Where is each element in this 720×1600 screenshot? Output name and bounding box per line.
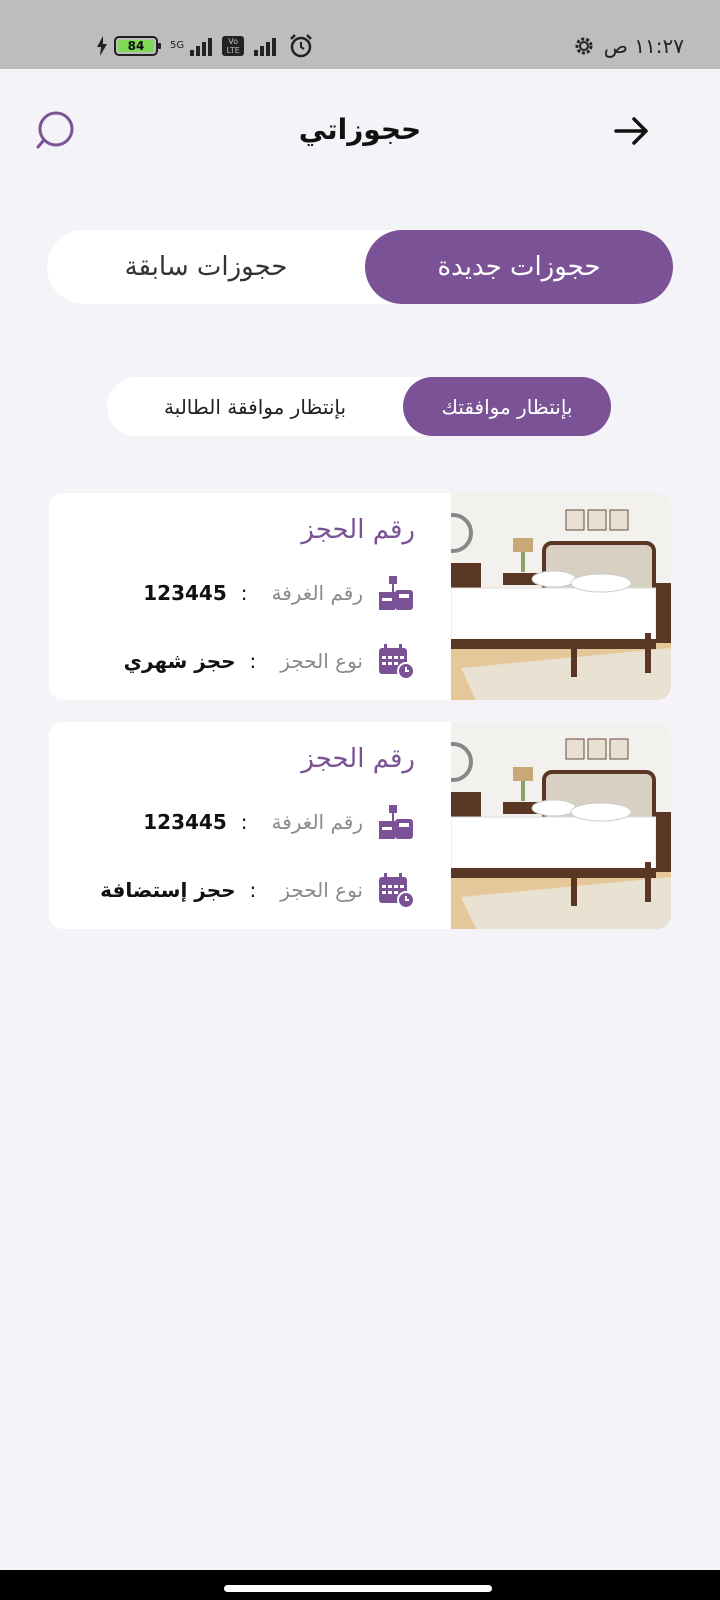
booking-type-label: نوع الحجز <box>280 649 363 673</box>
room-number-label: رقم الغرفة <box>271 810 363 834</box>
booking-type-value: حجز إستضافة <box>100 878 236 902</box>
subtab-awaiting-you[interactable]: بإنتظار موافقتك <box>403 377 611 436</box>
room-number-value: 123445 <box>143 581 227 605</box>
volte-badge: Vo LTE <box>222 36 245 56</box>
booking-card[interactable]: رقم الحجز رقم الغرفة : 123445 نوع الحجز … <box>49 493 671 700</box>
room-number-value: 123445 <box>143 810 227 834</box>
booking-tabs: حجوزات سابقة حجوزات جديدة <box>47 230 673 304</box>
home-gesture-bar[interactable] <box>224 1585 492 1592</box>
room-number-row: رقم الغرفة : 123445 <box>143 573 415 613</box>
network-indicator: 5G <box>170 41 184 51</box>
separator: : <box>249 649 257 673</box>
separator: : <box>240 810 248 834</box>
app-header: حجوزاتي <box>0 69 720 199</box>
charging-icon <box>97 36 107 56</box>
room-furniture-icon <box>379 805 413 839</box>
signal-strength-icon-2 <box>254 36 277 56</box>
clock: ١١:٢٧ ص <box>603 34 684 58</box>
status-icons: 84 5G Vo LTE <box>96 32 314 60</box>
booking-number-label: رقم الحجز <box>301 515 415 545</box>
network-type: 5G <box>170 40 185 51</box>
room-number-row: رقم الغرفة : 123445 <box>143 802 415 842</box>
back-button[interactable] <box>610 109 654 153</box>
alarm-icon <box>290 34 313 58</box>
calendar-clock-icon <box>379 873 415 909</box>
status-right: ١١:٢٧ ص <box>572 32 684 60</box>
booking-type-value: حجز شهري <box>123 649 236 673</box>
booking-card[interactable]: رقم الحجز رقم الغرفة : 123445 نوع الحجز … <box>49 722 671 929</box>
battery-icon: 84 <box>114 36 161 56</box>
booking-type-label: نوع الحجز <box>280 878 363 902</box>
room-furniture-icon <box>379 576 413 610</box>
signal-strength-icon <box>190 36 213 56</box>
separator: : <box>249 878 257 902</box>
room-photo <box>451 722 671 929</box>
booking-number-label: رقم الحجز <box>301 744 415 774</box>
arrow-right-icon <box>614 117 648 145</box>
booking-type-row: نوع الحجز : حجز إستضافة <box>100 870 415 910</box>
navigation-bar <box>0 1570 720 1600</box>
settings-gear-icon <box>575 37 593 55</box>
battery-level: 84 <box>118 39 154 53</box>
tab-past-bookings[interactable]: حجوزات سابقة <box>47 230 365 304</box>
calendar-clock-icon <box>379 644 415 680</box>
separator: : <box>240 581 248 605</box>
booking-type-row: نوع الحجز : حجز شهري <box>124 641 415 681</box>
room-number-label: رقم الغرفة <box>271 581 363 605</box>
subtab-awaiting-student[interactable]: بإنتظار موافقة الطالبة <box>107 377 403 436</box>
tab-new-bookings[interactable]: حجوزات جديدة <box>365 230 673 304</box>
status-bar: 84 5G Vo LTE ١١:٢٧ ص <box>0 0 720 69</box>
room-photo <box>451 493 671 700</box>
status-subtabs: بإنتظار موافقة الطالبة بإنتظار موافقتك <box>107 377 611 436</box>
